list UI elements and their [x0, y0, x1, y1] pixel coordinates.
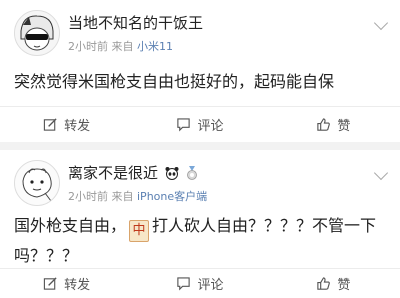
sketch-avatar-icon: [15, 161, 59, 205]
mahjong-zhong-icon: 中: [129, 220, 150, 242]
like-label: 赞: [337, 277, 351, 293]
comment-button[interactable]: 评论: [133, 107, 266, 141]
action-bar: 转发 评论 赞: [0, 107, 400, 141]
weibo-post: 当地不知名的干饭王 2小时前 来自 小米11 突然觉得米国枪支自由也挺好的，起码…: [0, 0, 400, 142]
comment-icon: [177, 117, 191, 131]
thumbs-up-icon: [317, 276, 331, 290]
repost-button[interactable]: 转发: [0, 107, 133, 141]
comment-button[interactable]: 评论: [133, 268, 266, 298]
chevron-down-icon[interactable]: [373, 15, 389, 31]
username[interactable]: 离家不是很近: [68, 162, 198, 184]
username-text: 离家不是很近: [68, 164, 159, 182]
avatar[interactable]: [14, 160, 60, 206]
post-text: 国外枪支自由，中打人砍人自由？？？？不管一下吗？？？: [14, 212, 386, 270]
panda-icon: [165, 166, 179, 184]
post-text: 突然觉得米国枪支自由也挺好的，起码能自保: [14, 72, 335, 91]
post-text-before: 国外枪支自由，: [14, 216, 127, 235]
like-label: 赞: [337, 118, 351, 134]
edit-icon: [44, 276, 57, 290]
thumbs-up-icon: [317, 117, 331, 131]
weibo-post: 离家不是很近 2小时前 来自 iPhone客户端 国外枪支自由，中打人砍人自由？…: [0, 150, 400, 298]
username[interactable]: 当地不知名的干饭王: [68, 12, 203, 33]
repost-label: 转发: [64, 277, 91, 293]
action-bar: 转发 评论 赞: [0, 268, 400, 298]
comment-label: 评论: [197, 277, 224, 293]
like-button[interactable]: 赞: [267, 107, 400, 141]
source-device[interactable]: iPhone客户端: [137, 190, 207, 203]
post-time: 2小时前: [68, 40, 108, 53]
chevron-down-icon[interactable]: [373, 165, 389, 181]
avatar[interactable]: [14, 10, 60, 56]
post-meta: 2小时前 来自 小米11: [68, 38, 173, 54]
repost-label: 转发: [64, 118, 91, 134]
comment-label: 评论: [197, 118, 224, 134]
medal-icon: [186, 166, 198, 184]
comment-icon: [177, 276, 191, 290]
like-button[interactable]: 赞: [267, 268, 400, 298]
post-meta: 2小时前 来自 iPhone客户端: [68, 188, 207, 204]
source-prefix: 来自: [111, 40, 134, 53]
repost-button[interactable]: 转发: [0, 268, 133, 298]
post-time: 2小时前: [68, 190, 108, 203]
source-prefix: 来自: [111, 190, 134, 203]
anime-avatar-icon: [15, 11, 59, 55]
edit-icon: [44, 117, 57, 131]
source-device[interactable]: 小米11: [137, 40, 173, 53]
